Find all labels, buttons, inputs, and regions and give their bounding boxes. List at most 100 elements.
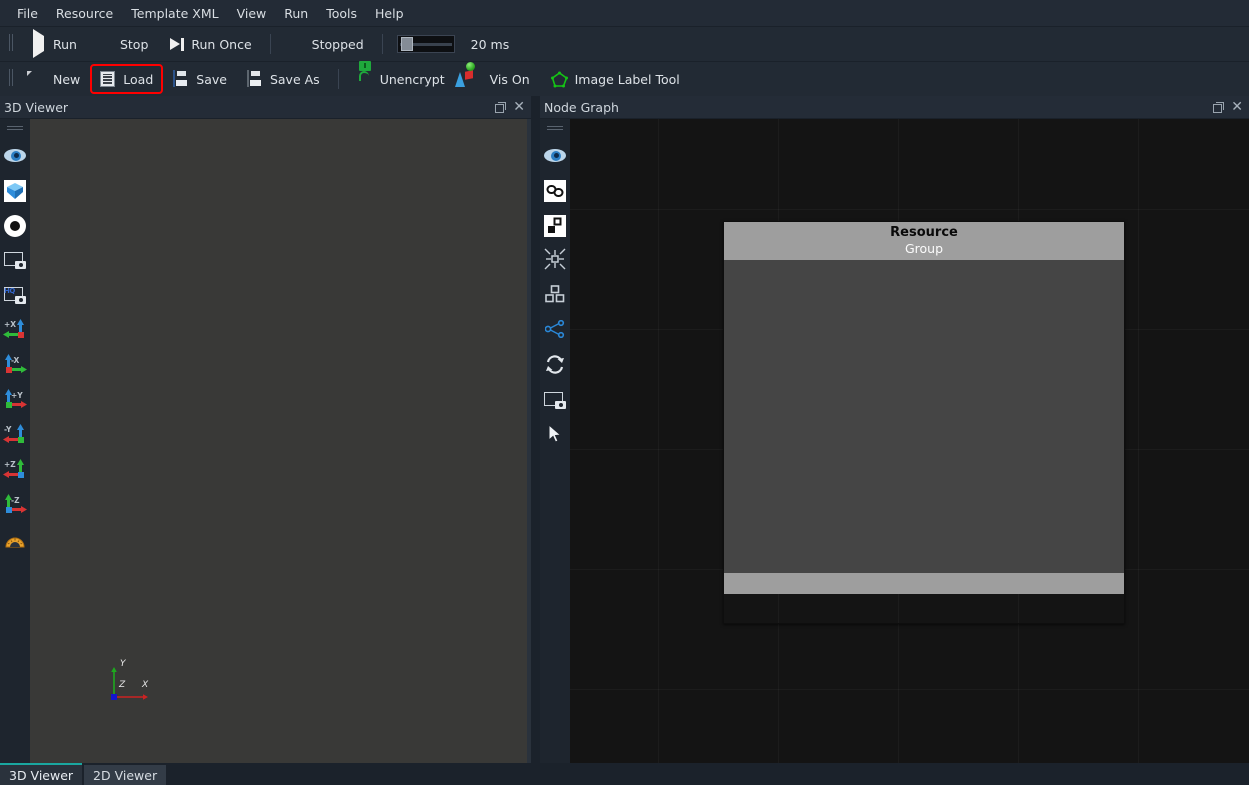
- load-button[interactable]: Load: [90, 64, 164, 94]
- stop-button[interactable]: Stop: [89, 31, 156, 57]
- fit-view-button[interactable]: [541, 243, 569, 278]
- eye-icon: [4, 149, 26, 162]
- camera-icon: [544, 392, 566, 409]
- unlock-icon: [357, 60, 374, 88]
- menu-file[interactable]: File: [8, 2, 47, 25]
- view-plus-x-button[interactable]: +X: [1, 313, 29, 348]
- link-boxes-icon: [544, 179, 566, 202]
- new-button[interactable]: New: [22, 66, 88, 92]
- node-resource[interactable]: Resource Group: [723, 221, 1125, 624]
- view-minus-y-button[interactable]: -Y: [1, 418, 29, 453]
- interval-control[interactable]: 20 ms: [393, 31, 518, 57]
- interval-slider[interactable]: [396, 35, 455, 53]
- measure-tool-button[interactable]: [1, 523, 29, 558]
- status-sphere-icon: [289, 36, 306, 53]
- node-graph-float-icon[interactable]: [1213, 101, 1225, 113]
- arrange-grid-button[interactable]: [541, 278, 569, 313]
- node-rail-drag-handle[interactable]: [547, 123, 563, 133]
- application-window: File Resource Template XML View Run Tool…: [0, 0, 1249, 785]
- group-nodes-button[interactable]: [541, 173, 569, 208]
- visibility-toggle-button[interactable]: [1, 138, 29, 173]
- connections-button[interactable]: [541, 313, 569, 348]
- share-nodes-icon: [544, 319, 565, 341]
- interval-value: 20 ms: [470, 36, 510, 52]
- tab-2d-viewer[interactable]: 2D Viewer: [84, 765, 167, 785]
- slider-handle[interactable]: [400, 37, 413, 51]
- save-button[interactable]: Save: [165, 66, 235, 92]
- refresh-graph-button[interactable]: [541, 348, 569, 383]
- axis-minus-y-icon: -Y: [2, 423, 28, 449]
- unencrypt-button-label: Unencrypt: [379, 71, 445, 87]
- toolbar-separator: [269, 34, 271, 54]
- run-button[interactable]: Run: [22, 28, 85, 58]
- save-as-floppy-icon: [246, 69, 264, 88]
- file-toolbar-drag-handle[interactable]: [6, 69, 15, 89]
- node-visibility-toggle-button[interactable]: [541, 138, 569, 173]
- node-graph-close-icon[interactable]: ✕: [1231, 100, 1243, 114]
- tab-3d-viewer[interactable]: 3D Viewer: [0, 763, 83, 785]
- point-view-button[interactable]: [1, 208, 29, 243]
- 3d-viewer-panel: 3D Viewer ✕ HQ +X -X +Y -Y +Z -Z Y Z X: [0, 96, 531, 763]
- 3d-viewer-body: HQ +X -X +Y -Y +Z -Z Y Z X: [0, 119, 531, 763]
- collapse-icon: [544, 248, 566, 273]
- gizmo-label-x: X: [142, 680, 149, 690]
- rail-drag-handle[interactable]: [7, 123, 23, 133]
- node-footer[interactable]: [724, 573, 1124, 594]
- 3d-viewport[interactable]: Y Z X: [30, 119, 527, 763]
- view-minus-z-button[interactable]: -Z: [1, 488, 29, 523]
- 3d-viewer-toolrail: HQ +X -X +Y -Y +Z -Z: [0, 119, 30, 763]
- save-floppy-icon: [173, 69, 190, 88]
- menu-help[interactable]: Help: [366, 2, 413, 25]
- stop-icon: [97, 36, 114, 53]
- image-label-tool-button[interactable]: Image Label Tool: [542, 66, 688, 92]
- node-body[interactable]: [724, 260, 1124, 573]
- stop-button-label: Stop: [119, 36, 149, 52]
- menu-run[interactable]: Run: [275, 2, 317, 25]
- node-graph-title: Node Graph: [544, 99, 619, 115]
- svg-text:-Y: -Y: [4, 425, 12, 434]
- status-label: Stopped: [311, 36, 364, 52]
- save-as-button-label: Save As: [269, 71, 320, 87]
- screenshot-button[interactable]: [1, 243, 29, 278]
- view-plus-z-button[interactable]: +Z: [1, 453, 29, 488]
- select-tool-button[interactable]: [541, 418, 569, 453]
- save-as-button[interactable]: Save As: [239, 66, 328, 92]
- add-node-button[interactable]: [541, 208, 569, 243]
- node-graph-canvas[interactable]: Resource Group: [570, 119, 1249, 763]
- unencrypt-button[interactable]: Unencrypt: [349, 60, 453, 92]
- view-plus-y-button[interactable]: +Y: [1, 383, 29, 418]
- vis-toggle-label: Vis On: [489, 71, 530, 87]
- gizmo-label-z: Z: [119, 680, 126, 690]
- view-minus-x-button[interactable]: -X: [1, 348, 29, 383]
- axis-plus-y-icon: +Y: [2, 388, 28, 414]
- protractor-icon: [4, 533, 26, 549]
- toolbar-drag-handle[interactable]: [6, 34, 15, 54]
- menu-resource[interactable]: Resource: [47, 2, 122, 25]
- play-icon: [30, 28, 47, 58]
- graph-screenshot-button[interactable]: [541, 383, 569, 418]
- 3d-viewer-close-icon[interactable]: ✕: [513, 100, 525, 114]
- file-toolbar-separator: [337, 69, 339, 89]
- panel-container: 3D Viewer ✕ HQ +X -X +Y -Y +Z -Z Y Z X N…: [0, 96, 1249, 763]
- axis-minus-z-icon: -Z: [2, 493, 28, 519]
- mesh-view-button[interactable]: [1, 173, 29, 208]
- save-button-label: Save: [196, 71, 227, 87]
- node-header[interactable]: Resource Group: [724, 222, 1124, 260]
- load-icon: [100, 70, 117, 88]
- 3d-viewer-float-icon[interactable]: [495, 101, 507, 113]
- menu-tools[interactable]: Tools: [317, 2, 366, 25]
- svg-text:+Z: +Z: [4, 460, 16, 469]
- vis-toggle-button[interactable]: Vis On: [454, 61, 538, 92]
- run-once-button-label: Run Once: [191, 36, 252, 52]
- 3d-viewer-scrollbar[interactable]: [527, 119, 531, 763]
- run-toolbar: Run Stop Run Once Stopped 20 ms: [0, 26, 1249, 61]
- svg-text:+X: +X: [4, 320, 16, 329]
- menu-template-xml[interactable]: Template XML: [122, 2, 227, 25]
- menu-view[interactable]: View: [228, 2, 276, 25]
- eye-icon: [544, 149, 566, 162]
- run-once-button[interactable]: Run Once: [160, 31, 259, 57]
- load-button-label: Load: [123, 71, 154, 87]
- panel-splitter[interactable]: [531, 96, 540, 763]
- hq-screenshot-button[interactable]: HQ: [1, 278, 29, 313]
- status-indicator: Stopped: [281, 31, 372, 57]
